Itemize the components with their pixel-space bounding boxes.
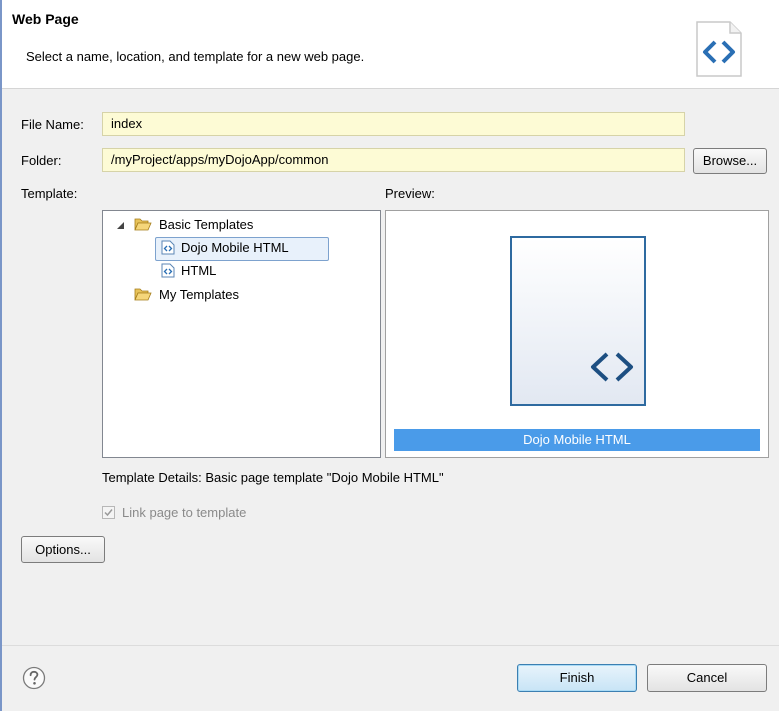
html-file-icon [696, 21, 742, 77]
help-icon[interactable] [22, 666, 46, 690]
link-page-checkbox[interactable] [102, 506, 115, 519]
template-label: Template: [21, 186, 78, 201]
finish-button[interactable]: Finish [517, 664, 637, 692]
options-button[interactable]: Options... [21, 536, 105, 563]
file-name-input[interactable]: index [102, 112, 685, 136]
link-page-label: Link page to template [122, 505, 247, 520]
tree-item-label: Basic Templates [159, 217, 254, 232]
folder-input[interactable]: /myProject/apps/myDojoApp/common [102, 148, 685, 172]
tree-item-label: HTML [181, 263, 217, 278]
web-page-dialog: Web Page Select a name, location, and te… [0, 0, 779, 711]
folder-open-icon [134, 218, 152, 231]
dialog-description: Select a name, location, and template fo… [26, 49, 365, 64]
tree-item-my-templates[interactable]: My Templates [103, 285, 380, 305]
browse-button[interactable]: Browse... [693, 148, 767, 174]
template-details: Template Details: Basic page template "D… [102, 470, 444, 485]
footer-divider [2, 645, 779, 646]
html-template-icon [161, 263, 175, 278]
dialog-header: Web Page Select a name, location, and te… [2, 0, 779, 89]
preview-label: Preview: [385, 186, 435, 201]
tree-item-html[interactable]: HTML [103, 261, 380, 281]
code-brackets-icon [591, 352, 633, 382]
window-border [0, 0, 2, 711]
cancel-button[interactable]: Cancel [647, 664, 767, 692]
file-name-label: File Name: [21, 117, 84, 132]
template-tree[interactable]: Basic Templates Dojo Mobile HTML HTML My… [102, 210, 381, 458]
folder-label: Folder: [21, 153, 62, 168]
tree-item-dojo-mobile-html[interactable]: Dojo Mobile HTML [103, 238, 380, 258]
tree-item-label: Dojo Mobile HTML [181, 240, 289, 255]
folder-open-icon [134, 288, 152, 301]
preview-page-thumbnail [510, 236, 646, 406]
dialog-title: Web Page [12, 11, 79, 27]
html-template-icon [161, 240, 175, 255]
checkmark-icon [104, 509, 113, 517]
expand-arrow-icon[interactable] [116, 221, 125, 230]
template-preview: Dojo Mobile HTML [385, 210, 769, 458]
preview-caption: Dojo Mobile HTML [394, 429, 760, 451]
tree-item-label: My Templates [159, 287, 239, 302]
tree-item-basic-templates[interactable]: Basic Templates [103, 215, 380, 235]
